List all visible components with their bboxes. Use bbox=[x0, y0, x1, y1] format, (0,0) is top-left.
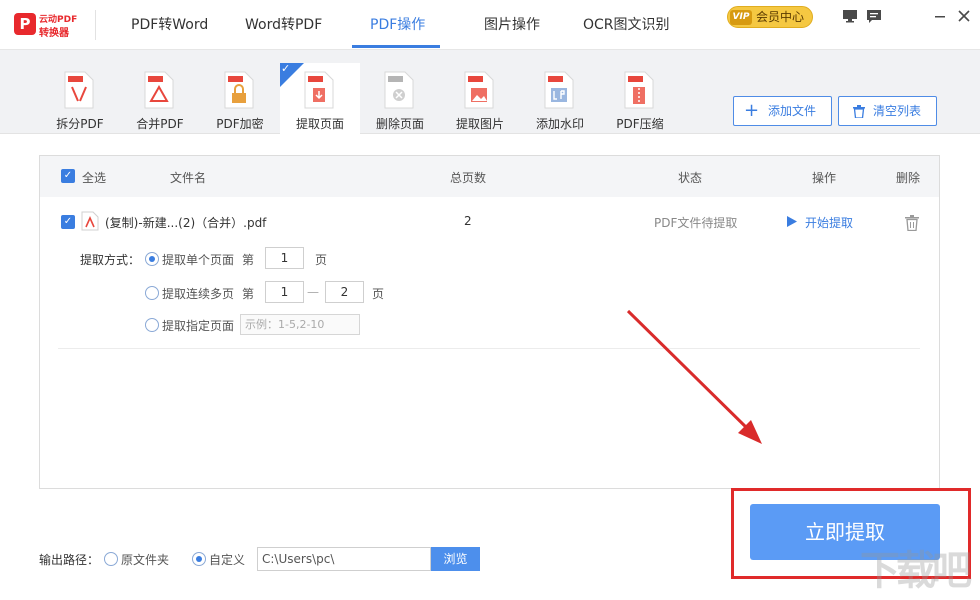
logo-divider bbox=[95, 10, 96, 40]
tool-label: 添加水印 bbox=[535, 117, 584, 131]
row-filename: (复制)-新建...(2)（合并）.pdf bbox=[105, 216, 267, 230]
extract-mode-label: 提取方式： bbox=[80, 253, 141, 267]
play-icon bbox=[787, 216, 797, 227]
tool-label: 提取页面 bbox=[295, 117, 344, 131]
page-suffix: 页 bbox=[372, 287, 385, 301]
logo-text-line2: 转换器 bbox=[39, 28, 69, 39]
output-path-label: 输出路径： bbox=[39, 553, 100, 567]
clear-list-button[interactable]: 清空列表 bbox=[838, 96, 937, 126]
browse-button[interactable]: 浏览 bbox=[431, 547, 480, 571]
split-pdf-icon bbox=[64, 71, 94, 109]
header-filename: 文件名 bbox=[170, 171, 207, 185]
tool-extract-image[interactable]: 提取图片 bbox=[440, 63, 520, 134]
tool-label: 删除页面 bbox=[375, 117, 424, 131]
header-select-all[interactable]: 全选 bbox=[82, 169, 106, 186]
select-all-checkbox[interactable]: ✓ bbox=[61, 169, 75, 183]
app-logo: P 云动PDF 转换器 bbox=[14, 11, 94, 39]
tab-ocr[interactable]: OCR图文识别 bbox=[583, 0, 670, 50]
tool-label: PDF加密 bbox=[216, 117, 264, 131]
file-table: ✓ 全选 文件名 总页数 状态 操作 删除 ✓ (复制)-新建...(2)（合并… bbox=[39, 155, 940, 489]
tool-extract-page[interactable]: ✓ 提取页面 bbox=[280, 62, 360, 135]
radio-single-page[interactable] bbox=[145, 252, 159, 266]
specific-pages-input[interactable]: 示例：1-5,2-10 bbox=[240, 314, 360, 335]
close-icon[interactable] bbox=[956, 8, 972, 24]
option-original-folder-label[interactable]: 原文件夹 bbox=[121, 551, 169, 568]
compress-pdf-icon bbox=[624, 71, 654, 109]
tool-merge-pdf[interactable]: 合并PDF bbox=[120, 63, 200, 134]
extract-image-icon bbox=[464, 71, 494, 109]
row-divider bbox=[58, 348, 920, 349]
extract-page-icon bbox=[304, 71, 334, 109]
start-extract-label: 开始提取 bbox=[805, 216, 854, 230]
watermark-icon bbox=[544, 71, 574, 109]
header-action: 操作 bbox=[812, 171, 837, 185]
page-prefix: 第 bbox=[242, 253, 255, 267]
tool-label: 提取图片 bbox=[455, 117, 504, 131]
vip-badge-icon: VIP bbox=[730, 10, 752, 25]
header-status: 状态 bbox=[678, 171, 703, 185]
output-path-input[interactable]: C:\Users\pc\ bbox=[257, 547, 431, 571]
tool-delete-page[interactable]: 删除页面 bbox=[360, 63, 440, 134]
monitor-icon[interactable] bbox=[842, 8, 858, 24]
tool-compress-pdf[interactable]: PDF压缩 bbox=[600, 63, 680, 134]
single-page-input[interactable]: 1 bbox=[265, 247, 304, 269]
vip-center-button[interactable]: VIP 会员中心 bbox=[727, 6, 813, 28]
tool-add-watermark[interactable]: 添加水印 bbox=[520, 63, 600, 134]
option-range-pages-label[interactable]: 提取连续多页 bbox=[162, 285, 234, 302]
plus-icon: + bbox=[744, 100, 760, 121]
active-tab-indicator bbox=[352, 45, 440, 48]
pdf-file-icon bbox=[81, 211, 99, 231]
table-header: ✓ 全选 文件名 总页数 状态 操作 删除 bbox=[40, 156, 939, 197]
tool-label: 合并PDF bbox=[136, 117, 184, 131]
radio-specific-pages[interactable] bbox=[145, 318, 159, 332]
tab-image-operations[interactable]: 图片操作 bbox=[484, 0, 540, 50]
tool-encrypt-pdf[interactable]: PDF加密 bbox=[200, 63, 280, 134]
tool-bar: 拆分PDF 合并PDF PDF加密 ✓ 提取页面 删除页面 提取图片 添加水印 … bbox=[0, 50, 980, 135]
logo-mark-icon: P bbox=[14, 13, 36, 35]
delete-page-icon bbox=[384, 71, 414, 109]
option-custom-folder-label[interactable]: 自定义 bbox=[209, 551, 245, 568]
option-single-page-label[interactable]: 提取单个页面 bbox=[162, 251, 234, 268]
minimize-icon[interactable] bbox=[932, 8, 948, 24]
radio-range-pages[interactable] bbox=[145, 286, 159, 300]
annotation-arrow-icon bbox=[626, 309, 762, 444]
header-pages: 总页数 bbox=[450, 171, 487, 185]
top-bar: P 云动PDF 转换器 PDF转Word Word转PDF PDF操作 图片操作… bbox=[0, 0, 980, 50]
tool-split-pdf[interactable]: 拆分PDF bbox=[40, 63, 120, 134]
check-icon: ✓ bbox=[281, 62, 291, 75]
page-prefix: 第 bbox=[242, 287, 255, 301]
header-delete: 删除 bbox=[896, 171, 921, 185]
page-suffix: 页 bbox=[315, 253, 328, 267]
tab-word-to-pdf[interactable]: Word转PDF bbox=[245, 0, 322, 50]
row-status: PDF文件待提取 bbox=[654, 216, 738, 230]
row-checkbox[interactable]: ✓ bbox=[61, 215, 75, 229]
encrypt-pdf-icon bbox=[224, 71, 254, 109]
radio-custom-folder[interactable] bbox=[192, 552, 206, 566]
range-to-input[interactable]: 2 bbox=[325, 281, 364, 303]
add-file-button[interactable]: + 添加文件 bbox=[733, 96, 832, 126]
watermark-logo: 下载吧 bbox=[860, 548, 972, 594]
tool-label: PDF压缩 bbox=[616, 117, 664, 131]
radio-original-folder[interactable] bbox=[104, 552, 118, 566]
merge-pdf-icon bbox=[144, 71, 174, 109]
tab-pdf-to-word[interactable]: PDF转Word bbox=[131, 0, 208, 50]
option-specific-pages-label[interactable]: 提取指定页面 bbox=[162, 317, 234, 334]
vip-center-label: 会员中心 bbox=[756, 10, 805, 24]
range-from-input[interactable]: 1 bbox=[265, 281, 304, 303]
row-pages: 2 bbox=[464, 214, 472, 228]
tool-label: 拆分PDF bbox=[56, 117, 104, 131]
delete-row-icon[interactable] bbox=[905, 215, 919, 231]
message-icon[interactable] bbox=[866, 8, 882, 24]
tab-pdf-operations[interactable]: PDF操作 bbox=[370, 0, 425, 50]
range-dash: — bbox=[307, 285, 319, 299]
trash-icon bbox=[853, 105, 865, 118]
add-file-label: 添加文件 bbox=[768, 104, 817, 118]
clear-list-label: 清空列表 bbox=[873, 104, 922, 118]
